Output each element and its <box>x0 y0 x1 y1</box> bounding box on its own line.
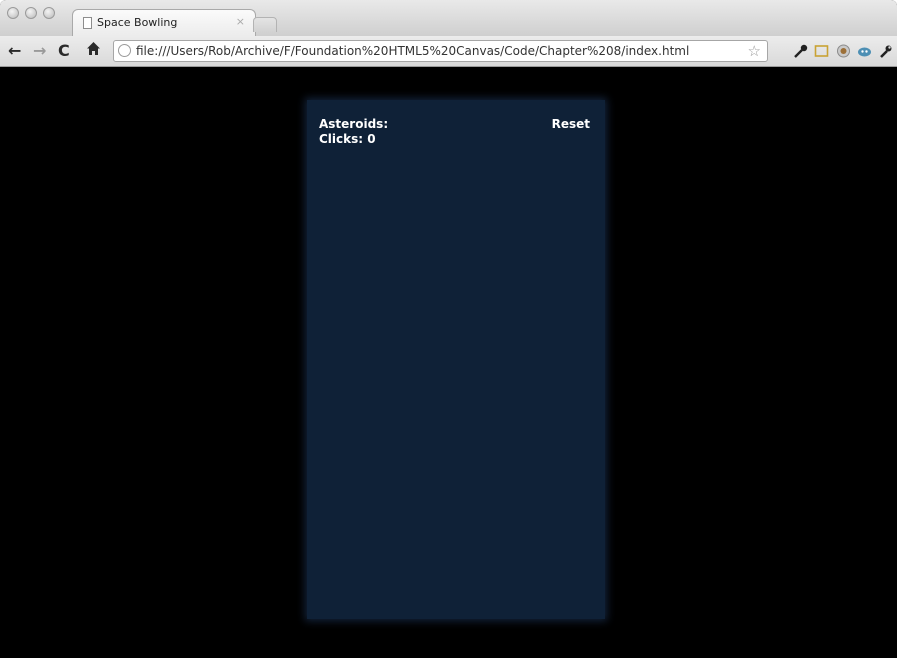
key-icon[interactable] <box>793 44 808 58</box>
browser-window: Space Bowling × ← → C file:///Users/Rob/… <box>0 0 897 658</box>
screen-icon[interactable] <box>814 44 829 58</box>
url-text: file:///Users/Rob/Archive/F/Foundation%2… <box>136 44 690 58</box>
wrench-icon[interactable] <box>878 44 893 58</box>
tab-space-bowling[interactable]: Space Bowling × <box>72 9 256 36</box>
address-bar[interactable]: file:///Users/Rob/Archive/F/Foundation%2… <box>113 40 768 62</box>
globe-icon[interactable] <box>836 44 851 58</box>
tab-strip: Space Bowling × <box>0 0 897 36</box>
toolbar: ← → C file:///Users/Rob/Archive/F/Founda… <box>0 36 897 67</box>
minimize-window-button[interactable] <box>25 7 37 19</box>
game-canvas[interactable]: Asteroids: Clicks: 0 Reset <box>307 100 605 619</box>
clicks-counter: Clicks: 0 <box>319 132 376 146</box>
close-window-button[interactable] <box>7 7 19 19</box>
back-icon[interactable]: ← <box>8 41 21 61</box>
home-icon[interactable] <box>86 41 101 61</box>
forward-icon[interactable]: → <box>33 41 46 61</box>
reload-icon[interactable]: C <box>58 41 70 61</box>
tab-title: Space Bowling <box>97 16 178 29</box>
cloud-icon[interactable] <box>857 44 872 58</box>
zoom-window-button[interactable] <box>43 7 55 19</box>
page-viewport: Asteroids: Clicks: 0 Reset <box>0 67 897 658</box>
tab-close-icon[interactable]: × <box>236 15 245 28</box>
asteroids-label: Asteroids: <box>319 117 389 131</box>
page-icon <box>83 17 92 29</box>
page-info-icon[interactable] <box>118 44 131 57</box>
bookmark-star-icon[interactable]: ☆ <box>748 42 761 60</box>
new-tab-button[interactable] <box>253 17 277 32</box>
reset-button[interactable]: Reset <box>552 117 590 132</box>
